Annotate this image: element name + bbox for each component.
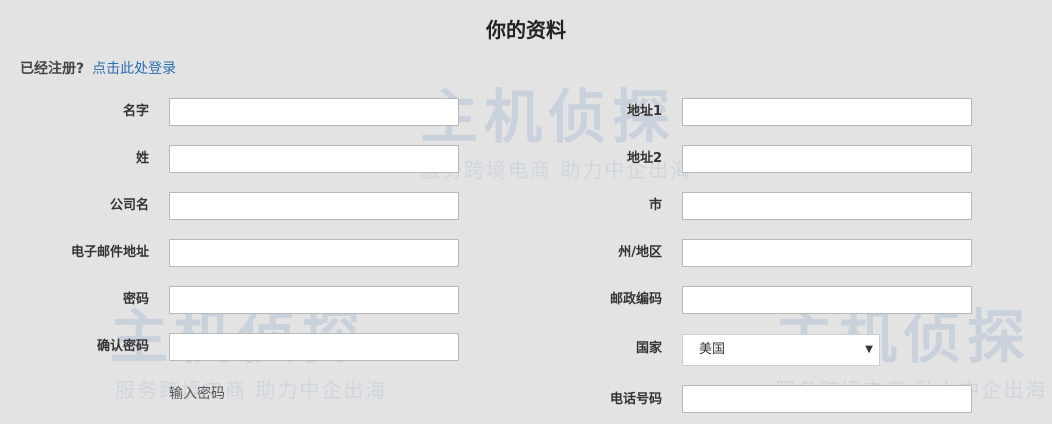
country-select[interactable]: 美国 ▼ (682, 334, 880, 366)
country-selected-value: 美国 (699, 342, 726, 357)
watermark-tagline: 服务跨境电商 助力中企出海 (115, 378, 388, 402)
page-title: 你的资料 (486, 18, 566, 42)
password-input[interactable] (169, 286, 459, 314)
state-input[interactable] (682, 239, 972, 267)
password-label: 密码 (122, 292, 149, 307)
phone-input[interactable] (682, 385, 972, 413)
email-input[interactable] (169, 239, 459, 267)
last-name-label: 姓 (135, 151, 149, 166)
password-helper-text: 输入密码 (169, 386, 225, 402)
address2-input[interactable] (682, 145, 972, 173)
chevron-down-icon: ▼ (865, 344, 873, 355)
login-prompt: 已经注册? (20, 61, 85, 77)
state-label: 州/地区 (618, 245, 662, 260)
address1-input[interactable] (682, 98, 972, 126)
email-label: 电子邮件地址 (70, 245, 149, 260)
postcode-input[interactable] (682, 286, 972, 314)
confirm-password-input[interactable] (169, 333, 459, 361)
company-input[interactable] (169, 192, 459, 220)
company-label: 公司名 (109, 198, 149, 213)
postcode-label: 邮政编码 (609, 292, 662, 307)
first-name-input[interactable] (169, 98, 459, 126)
login-line: 已经注册? 点击此处登录 (20, 58, 176, 78)
country-label: 国家 (635, 341, 662, 356)
login-link[interactable]: 点击此处登录 (92, 61, 176, 77)
first-name-label: 名字 (122, 104, 149, 119)
last-name-input[interactable] (169, 145, 459, 173)
address1-label: 地址1 (626, 104, 662, 119)
city-label: 市 (648, 198, 662, 213)
address2-label: 地址2 (626, 151, 662, 166)
phone-label: 电话号码 (609, 392, 662, 407)
confirm-password-label: 确认密码 (96, 339, 149, 354)
city-input[interactable] (682, 192, 972, 220)
